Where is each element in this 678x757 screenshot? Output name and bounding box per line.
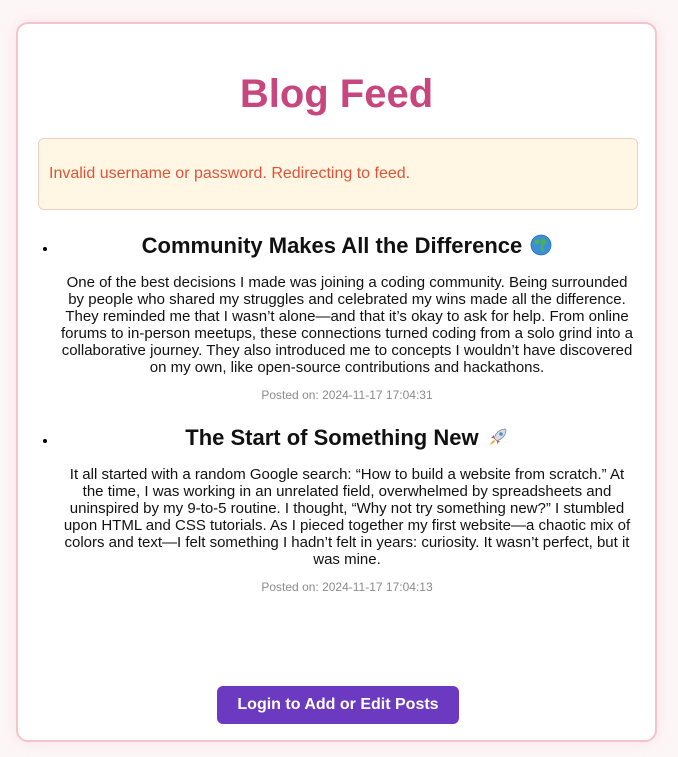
- error-alert: Invalid username or password. Redirectin…: [38, 138, 638, 210]
- list-item: Community Makes All the Difference One o…: [58, 224, 636, 402]
- blog-card: Blog Feed Invalid username or password. …: [16, 22, 657, 742]
- post-timestamp: Posted on: 2024-11-17 17:04:13: [261, 580, 433, 594]
- post-title: The Start of Something New: [58, 416, 636, 460]
- page-title: Blog Feed: [239, 72, 434, 116]
- post-body: It all started with a random Google sear…: [63, 466, 631, 568]
- login-button[interactable]: Login to Add or Edit Posts: [217, 686, 459, 724]
- post-title: Community Makes All the Difference: [58, 224, 636, 268]
- post-body: One of the best decisions I made was joi…: [61, 274, 633, 376]
- post-list: Community Makes All the Difference One o…: [58, 224, 636, 608]
- post-timestamp: Posted on: 2024-11-17 17:04:31: [261, 388, 433, 402]
- globe-icon: [530, 234, 552, 256]
- rocket-icon: [489, 428, 507, 445]
- alert-message: Invalid username or password. Redirectin…: [49, 165, 411, 182]
- list-item: The Start of Something New It all starte…: [58, 416, 636, 594]
